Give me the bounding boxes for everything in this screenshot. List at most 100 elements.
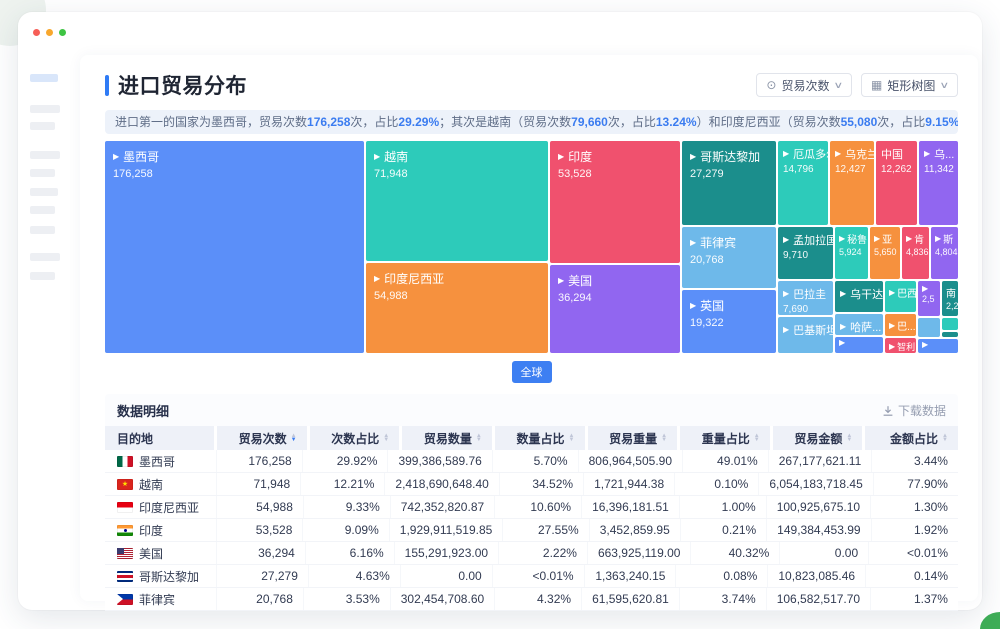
sort-icon[interactable]: ▲▼	[476, 434, 482, 443]
sort-icon[interactable]: ▲▼	[291, 434, 297, 443]
drilldown-arrow-icon: ▶	[374, 153, 380, 161]
minimize-window-icon[interactable]	[46, 29, 53, 36]
column-label: 贸易数量	[424, 430, 472, 447]
metric-selector[interactable]: ⊙ 贸易次数 ∨	[756, 73, 852, 97]
treemap-node[interactable]	[942, 318, 958, 330]
summary-highlight: 13.24%	[656, 115, 697, 129]
treemap-node[interactable]: ▶哥斯达黎加27,279	[682, 141, 776, 225]
table-row[interactable]: 菲律宾20,7683.53%302,454,708.604.32%61,595,…	[105, 588, 958, 611]
treemap-node[interactable]: ▶乌克兰12,427	[830, 141, 874, 225]
sidebar-item[interactable]	[30, 188, 58, 196]
drilldown-arrow-icon: ▶	[835, 150, 841, 158]
table-cell: 10.60%	[495, 496, 582, 518]
table-column-header[interactable]: 重量占比▲▼	[680, 426, 773, 450]
treemap-node[interactable]: ▶斯4,804	[931, 227, 958, 279]
chart-type-selector[interactable]: ▦ 矩形树图 ∨	[861, 73, 958, 97]
treemap-node[interactable]: ▶亚5,650	[870, 227, 900, 279]
treemap-node[interactable]: ▶肯4,836	[902, 227, 929, 279]
treemap-node[interactable]: ▶2,5	[918, 281, 940, 316]
table-cell: 0.00	[401, 565, 493, 587]
destination-cell: 菲律宾	[105, 588, 217, 610]
treemap-node[interactable]: ▶墨西哥176,258	[105, 141, 364, 353]
treemap-node[interactable]: ▶美国36,294	[550, 265, 680, 353]
sidebar-item[interactable]	[30, 105, 60, 113]
table-body: 墨西哥176,25829.92%399,386,589.765.70%806,9…	[105, 450, 958, 611]
drilldown-arrow-icon: ▶	[889, 289, 895, 297]
treemap-node[interactable]: ▶巴拉圭7,690	[778, 281, 833, 315]
table-row[interactable]: 印度53,5289.09%1,929,911,519.8527.55%3,452…	[105, 519, 958, 542]
treemap-node[interactable]: ▶巴基斯坦	[778, 317, 833, 353]
table-cell: 4.63%	[309, 565, 401, 587]
chevron-down-icon: ∨	[940, 80, 950, 91]
treemap-node-label: 厄瓜多尔	[793, 146, 828, 162]
treemap-node[interactable]: ▶印度尼西亚54,988	[366, 263, 548, 353]
treemap-node[interactable]: ▶厄瓜多尔14,796	[778, 141, 828, 225]
treemap-node[interactable]: ▶菲律宾20,768	[682, 227, 776, 288]
treemap-node-label: 中国	[881, 146, 903, 162]
table-cell: <0.01%	[869, 542, 958, 564]
treemap-node[interactable]: ▶乌干达	[835, 281, 883, 312]
treemap-node[interactable]: ▶哈萨...	[835, 314, 883, 335]
destination-cell: 印度尼西亚	[105, 496, 217, 518]
table-column-header[interactable]: 贸易金额▲▼	[773, 426, 866, 450]
sidebar-item[interactable]	[30, 169, 55, 177]
treemap-node-value: 71,948	[374, 168, 540, 180]
sidebar-item[interactable]	[30, 206, 55, 214]
treemap-node[interactable]: ▶印度53,528	[550, 141, 680, 263]
treemap-node[interactable]	[942, 332, 958, 337]
table-column-header[interactable]: 贸易数量 ▲▼	[402, 426, 495, 450]
sort-icon[interactable]: ▲▼	[846, 434, 852, 443]
sidebar-item[interactable]	[30, 253, 60, 261]
treemap-node[interactable]: ▶秘鲁5,924	[835, 227, 868, 279]
sidebar-item-active[interactable]	[30, 74, 58, 82]
global-scope-button[interactable]: 全球	[512, 361, 552, 383]
table-column-header[interactable]: 金额占比 ▲▼	[865, 426, 958, 450]
treemap-node[interactable]: 中国12,262	[876, 141, 917, 225]
drilldown-arrow-icon: ▶	[874, 235, 880, 243]
table-cell: 27.55%	[503, 519, 589, 541]
table-row[interactable]: 墨西哥176,25829.92%399,386,589.765.70%806,9…	[105, 450, 958, 473]
table-cell: 9.09%	[303, 519, 389, 541]
maximize-window-icon[interactable]	[59, 29, 66, 36]
table-row[interactable]: 美国36,2946.16%155,291,923.002.22%663,925,…	[105, 542, 958, 565]
treemap-node[interactable]: ▶巴...	[885, 314, 916, 336]
table-row[interactable]: 越南71,94812.21%2,418,690,648.4034.52%1,72…	[105, 473, 958, 496]
sort-icon[interactable]: ▲▼	[383, 434, 389, 443]
sidebar-item[interactable]	[30, 272, 55, 280]
table-cell: 3.44%	[872, 450, 958, 472]
table-cell: 399,386,589.76	[388, 450, 492, 472]
treemap-node-value: 36,294	[558, 292, 672, 304]
sort-icon[interactable]: ▲▼	[754, 434, 760, 443]
treemap-node[interactable]	[918, 318, 940, 337]
table-row[interactable]: 印度尼西亚54,9889.33%742,352,820.8710.60%16,3…	[105, 496, 958, 519]
treemap-node[interactable]: ▶英国19,322	[682, 290, 776, 353]
summary-highlight: 9.15%	[925, 115, 958, 129]
flag-icon-mx	[117, 456, 133, 467]
treemap-node[interactable]: ▶	[835, 337, 883, 353]
sort-icon[interactable]: ▲▼	[942, 434, 948, 443]
flag-icon-in	[117, 525, 133, 536]
column-label: 贸易重量	[609, 430, 657, 447]
sort-icon[interactable]: ▲▼	[661, 434, 667, 443]
sidebar-item[interactable]	[30, 122, 55, 130]
table-column-header[interactable]: 数量占比▲▼	[495, 426, 588, 450]
download-data-button[interactable]: 下载数据	[882, 402, 946, 419]
treemap-node[interactable]: ▶智利	[885, 338, 916, 353]
column-label: 金额占比	[890, 430, 938, 447]
treemap-node-label: 斯	[943, 231, 953, 246]
treemap-node[interactable]: 南2,2	[942, 281, 958, 316]
table-column-header[interactable]: 次数占比▲▼	[310, 426, 403, 450]
table-row[interactable]: 哥斯达黎加27,2794.63%0.00<0.01%1,363,240.150.…	[105, 565, 958, 588]
treemap-node[interactable]: ▶巴西	[885, 281, 916, 312]
treemap-node[interactable]: ▶	[918, 339, 958, 353]
sort-icon[interactable]: ▲▼	[569, 434, 575, 443]
sidebar-item[interactable]	[30, 151, 60, 159]
table-column-header[interactable]: 贸易重量 ▲▼	[588, 426, 681, 450]
sidebar-item[interactable]	[30, 226, 55, 234]
treemap-node[interactable]: ▶孟加拉国9,710	[778, 227, 833, 279]
treemap-node-value: 4,804	[935, 247, 954, 257]
close-window-icon[interactable]	[33, 29, 40, 36]
treemap-node[interactable]: ▶乌...11,342	[919, 141, 958, 225]
treemap-node[interactable]: ▶越南71,948	[366, 141, 548, 261]
table-column-header[interactable]: 贸易次数▲▼	[217, 426, 310, 450]
